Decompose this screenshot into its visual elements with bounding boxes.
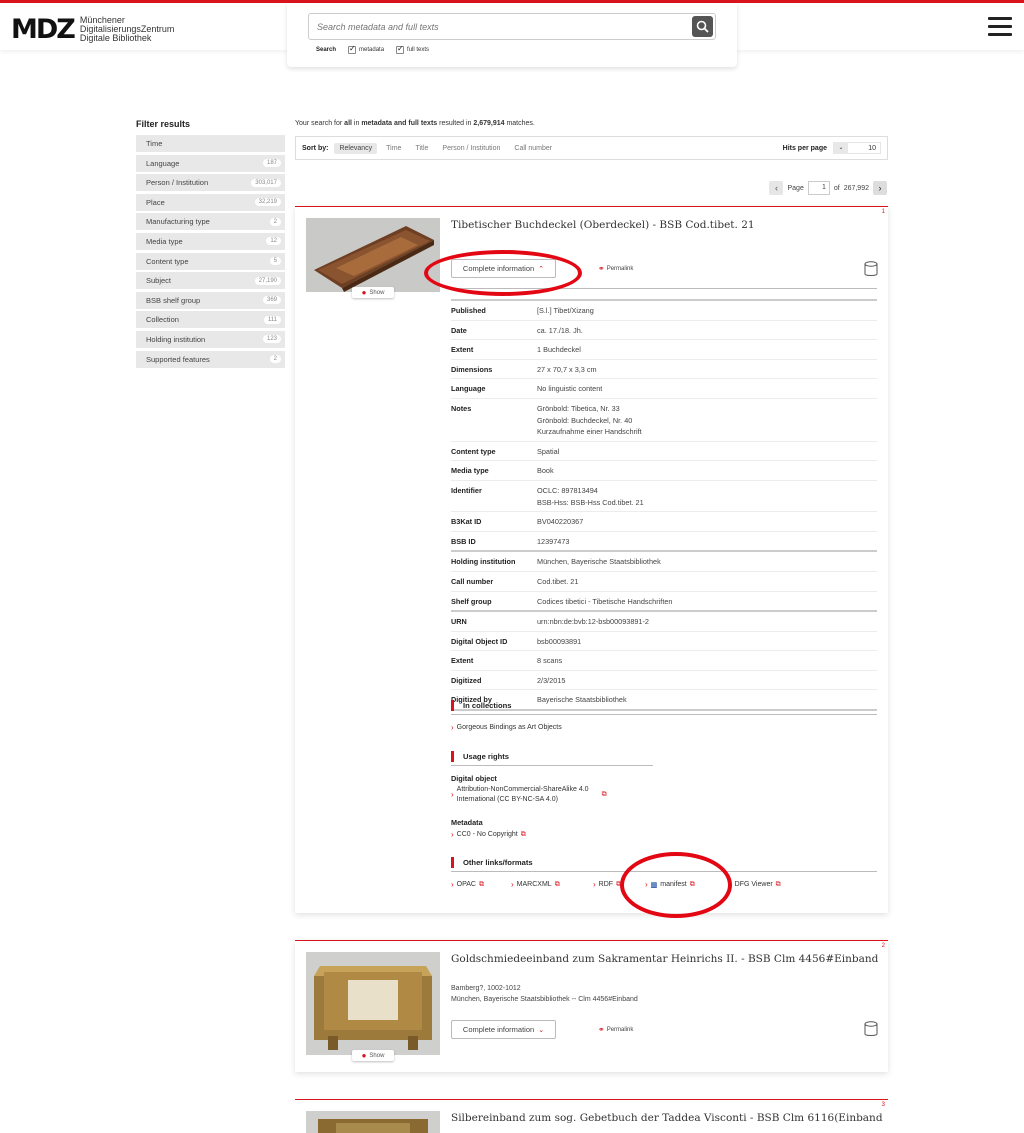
external-link-icon: ⧉ (554, 880, 560, 888)
sort-call-number[interactable]: Call number (509, 143, 557, 154)
result-title[interactable]: Silbereinband zum sog. Gebetbuch der Tad… (451, 1112, 883, 1124)
hits-per-page: Hits per page ⌄ 10 (783, 142, 881, 154)
external-link-icon: ⧉ (775, 880, 781, 888)
license-link[interactable]: › Attribution-NonCommercial-ShareAlike 4… (451, 785, 607, 805)
facet-content-type[interactable]: Content type 5 (136, 252, 285, 270)
metadata-license-link[interactable]: › CC0 - No Copyright ⧉ (451, 830, 526, 839)
sort-person[interactable]: Person / Institution (437, 143, 505, 154)
chevron-right-icon: › (593, 880, 596, 889)
facet-collection[interactable]: Collection 111 (136, 311, 285, 329)
complete-information-button[interactable]: Complete information ⌄ (451, 1020, 556, 1039)
chevron-right-icon: › (451, 830, 454, 839)
filter-sidebar: Filter results Time Language 187 Person /… (136, 119, 285, 370)
page-input[interactable]: 1 (807, 181, 830, 195)
prev-page-button[interactable]: ‹ (769, 181, 784, 195)
chevron-down-icon: ⌄ (834, 142, 848, 154)
search-icon (696, 20, 709, 33)
permalink-link[interactable]: ⚭ Permalink (598, 264, 633, 273)
permalink-link[interactable]: ⚭ Permalink (598, 1025, 633, 1034)
external-link-icon: ⧉ (601, 791, 607, 798)
digital-object-label: Digital object (451, 774, 497, 783)
filter-title: Filter results (136, 119, 191, 129)
search-options: Search metadata full texts (316, 44, 435, 54)
facet-time[interactable]: Time (136, 135, 285, 152)
annotation-circle-manifest (620, 852, 732, 918)
chevron-right-icon: › (511, 880, 514, 889)
facet-supported-features[interactable]: Supported features 2 (136, 350, 285, 368)
facet-manufacturing-type[interactable]: Manufacturing type 2 (136, 213, 285, 231)
link-icon: ⚭ (598, 264, 605, 273)
usage-rights-heading: Usage rights (451, 751, 509, 762)
result-title[interactable]: Tibetischer Buchdeckel (Oberdeckel) - BS… (451, 219, 755, 231)
result-summary: Your search for all in metadata and full… (295, 120, 535, 127)
result-summary-lines: Bamberg?, 1002-1012 München, Bayerische … (451, 985, 638, 1003)
chevron-right-icon: › (451, 880, 454, 889)
collections-heading: In collections (451, 700, 512, 711)
chevron-right-icon: › (451, 790, 454, 799)
link-icon: ⚭ (598, 1025, 605, 1034)
search-box (308, 13, 716, 40)
thumbnail-image[interactable] (306, 1111, 440, 1133)
facet-place[interactable]: Place 32,219 (136, 193, 285, 211)
thumbnail-image[interactable] (306, 218, 440, 292)
facet-holding-institution[interactable]: Holding institution 123 (136, 330, 285, 348)
mdz-logo[interactable]: MDZ Münchener DigitalisierungsZentrum Di… (11, 14, 174, 45)
eye-icon: ● (361, 288, 367, 297)
facet-shelf-group[interactable]: BSB shelf group 369 (136, 291, 285, 309)
chevron-down-icon: ⌄ (538, 1026, 545, 1034)
sort-relevancy[interactable]: Relevancy (334, 142, 378, 154)
dfg-viewer-link[interactable]: › DFG Viewer ⧉ (729, 880, 781, 889)
database-icon[interactable] (864, 261, 878, 277)
thumbnail-image[interactable] (306, 952, 440, 1055)
search-button[interactable] (692, 16, 713, 37)
logo-mark: MDZ (11, 14, 76, 45)
result-card: 1 ● Show Tibetischer Buchdeckel (Oberdeck… (295, 206, 888, 913)
result-card: 3 Silbereinband zum sog. Gebetbuch der T… (295, 1099, 888, 1133)
rdf-link[interactable]: › RDF ⧉ (593, 880, 621, 889)
opac-link[interactable]: › OPAC ⧉ (451, 880, 484, 889)
search-input[interactable] (309, 14, 679, 39)
pager: ‹ Page 1 of 267,992 › (769, 181, 887, 195)
metadata-checkbox[interactable]: metadata (348, 44, 384, 54)
annotation-circle-complete-info (424, 250, 582, 296)
sort-title[interactable]: Title (410, 143, 433, 154)
search-panel: Search metadata full texts (287, 3, 737, 67)
hits-per-page-select[interactable]: ⌄ 10 (833, 142, 881, 154)
external-link-icon: ⧉ (520, 830, 526, 838)
marcxml-link[interactable]: › MARCXML ⧉ (511, 880, 560, 889)
metadata-table: Published [S.l.] Tibet/Xizang Date ca. 17.… (451, 299, 877, 712)
facet-language[interactable]: Language 187 (136, 154, 285, 172)
facet-subject[interactable]: Subject 27,190 (136, 272, 285, 290)
facet-media-type[interactable]: Media type 12 (136, 232, 285, 250)
eye-icon: ● (361, 1051, 367, 1060)
result-title[interactable]: Goldschmiedeeinband zum Sakramentar Hein… (451, 953, 878, 965)
metadata-label: Metadata (451, 818, 483, 827)
result-card: 2 ● Show Goldschmiedeeinband zum Sakramen… (295, 940, 888, 1072)
next-page-button[interactable]: › (873, 181, 887, 195)
chevron-right-icon: › (451, 723, 454, 732)
external-link-icon: ⧉ (479, 880, 484, 888)
other-links-heading: Other links/formats (451, 857, 533, 868)
database-icon[interactable] (864, 1021, 878, 1037)
menu-icon[interactable] (988, 17, 1012, 37)
sort-time[interactable]: Time (381, 143, 406, 154)
facet-person[interactable]: Person / Institution 303,017 (136, 174, 285, 192)
fulltexts-checkbox[interactable]: full texts (396, 44, 429, 54)
collection-link[interactable]: › Gorgeous Bindings as Art Objects (451, 723, 562, 732)
show-button[interactable]: ● Show (352, 287, 394, 298)
show-button[interactable]: ● Show (352, 1050, 394, 1061)
sort-bar: Sort by: Relevancy Time Title Person / I… (295, 136, 888, 160)
logo-subtitle: Münchener DigitalisierungsZentrum Digita… (79, 15, 175, 43)
